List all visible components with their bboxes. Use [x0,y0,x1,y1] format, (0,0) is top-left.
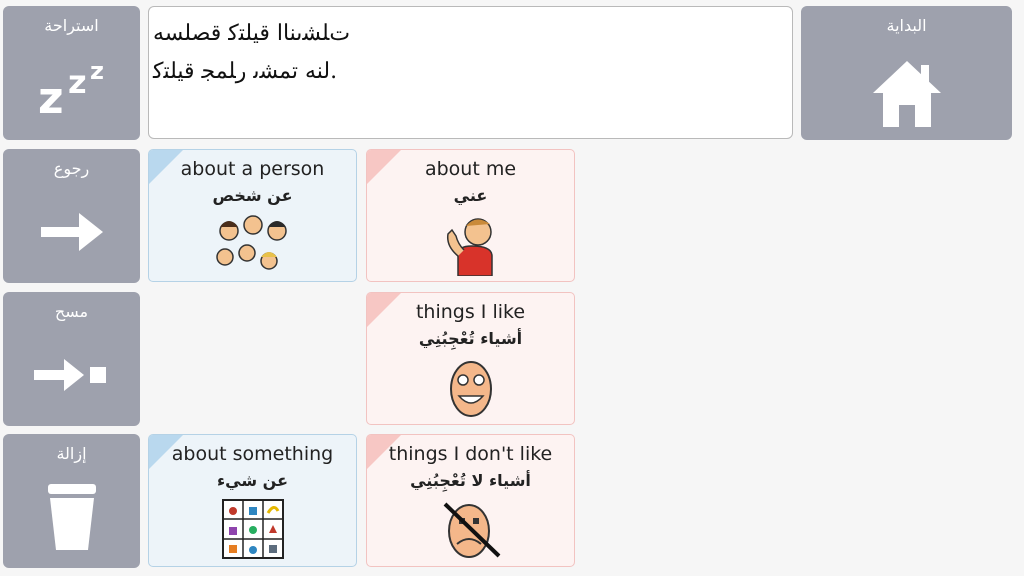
message-line: ﺕﻠﺸﯨﻨﺎﺍ ﻗﯿﻠﺘﮐ ﻗﺼﻠﺴﻪ [153,21,351,46]
back-label: رجوع [53,159,90,178]
home-button[interactable]: البداية [801,6,1012,140]
tile-label-en: about something [171,443,334,465]
remove-button[interactable]: إزالة [3,434,140,568]
object-grid-icon [149,495,356,562]
tile-things-i-like[interactable]: things I like أشياء تُعْجِبُنِي [366,292,575,425]
tile-label-ar: عن شيء [217,471,288,490]
clear-label: مسح [54,302,89,321]
happy-face-icon [367,353,574,420]
tile-label-ar: عن شخص [212,186,293,205]
tile-label-ar: أشياء تُعْجِبُنِي [418,329,523,348]
person-thumb-icon [367,210,574,277]
tile-label-en: about a person [180,158,325,180]
unhappy-face-crossed-icon [367,495,574,562]
message-line: ﻟﻨﻪ ﺗﻤﺸﯨ ﺭﻠﻤﺠ ﻗﯿﻠﺘﮐ. [153,59,338,84]
message-bar[interactable]: ﺕﻠﺸﯨﻨﺎﺍ ﻗﯿﻠﺘﮐ ﻗﺼﻠﺴﻪ ﻟﻨﻪ ﺗﻤﺸﯨ ﺭﻠﻤﺠ ﻗﯿﻠﺘﮐ. [148,6,793,139]
home-icon [801,46,1012,140]
arrow-clear-icon [3,324,140,426]
tile-label-en: things I don't like [388,443,553,465]
home-label: البداية [886,16,927,35]
remove-label: إزالة [56,444,87,463]
rest-label: استراحة [44,16,99,35]
svg-text:z: z [90,59,104,85]
tile-label-en: things I like [415,301,526,323]
trash-icon [3,466,140,568]
tile-about-a-person[interactable]: about a person عن شخص [148,149,357,282]
back-button[interactable]: رجوع [3,149,140,283]
people-group-icon [149,210,356,277]
zzz-icon: z z z [3,38,140,140]
tile-about-me[interactable]: about me عني [366,149,575,282]
tile-label-en: about me [424,158,517,180]
tile-label-ar: أشياء لا تُعْجِبُنِي [410,471,531,490]
tile-things-i-dont-like[interactable]: things I don't like أشياء لا تُعْجِبُنِي [366,434,575,567]
tile-about-something[interactable]: about something عن شيء [148,434,357,567]
svg-text:z: z [38,73,64,119]
tile-label-ar: عني [453,186,488,205]
arrow-right-icon [3,181,140,283]
svg-text:z: z [68,63,87,101]
rest-button[interactable]: استراحة z z z [3,6,140,140]
clear-button[interactable]: مسح [3,292,140,426]
